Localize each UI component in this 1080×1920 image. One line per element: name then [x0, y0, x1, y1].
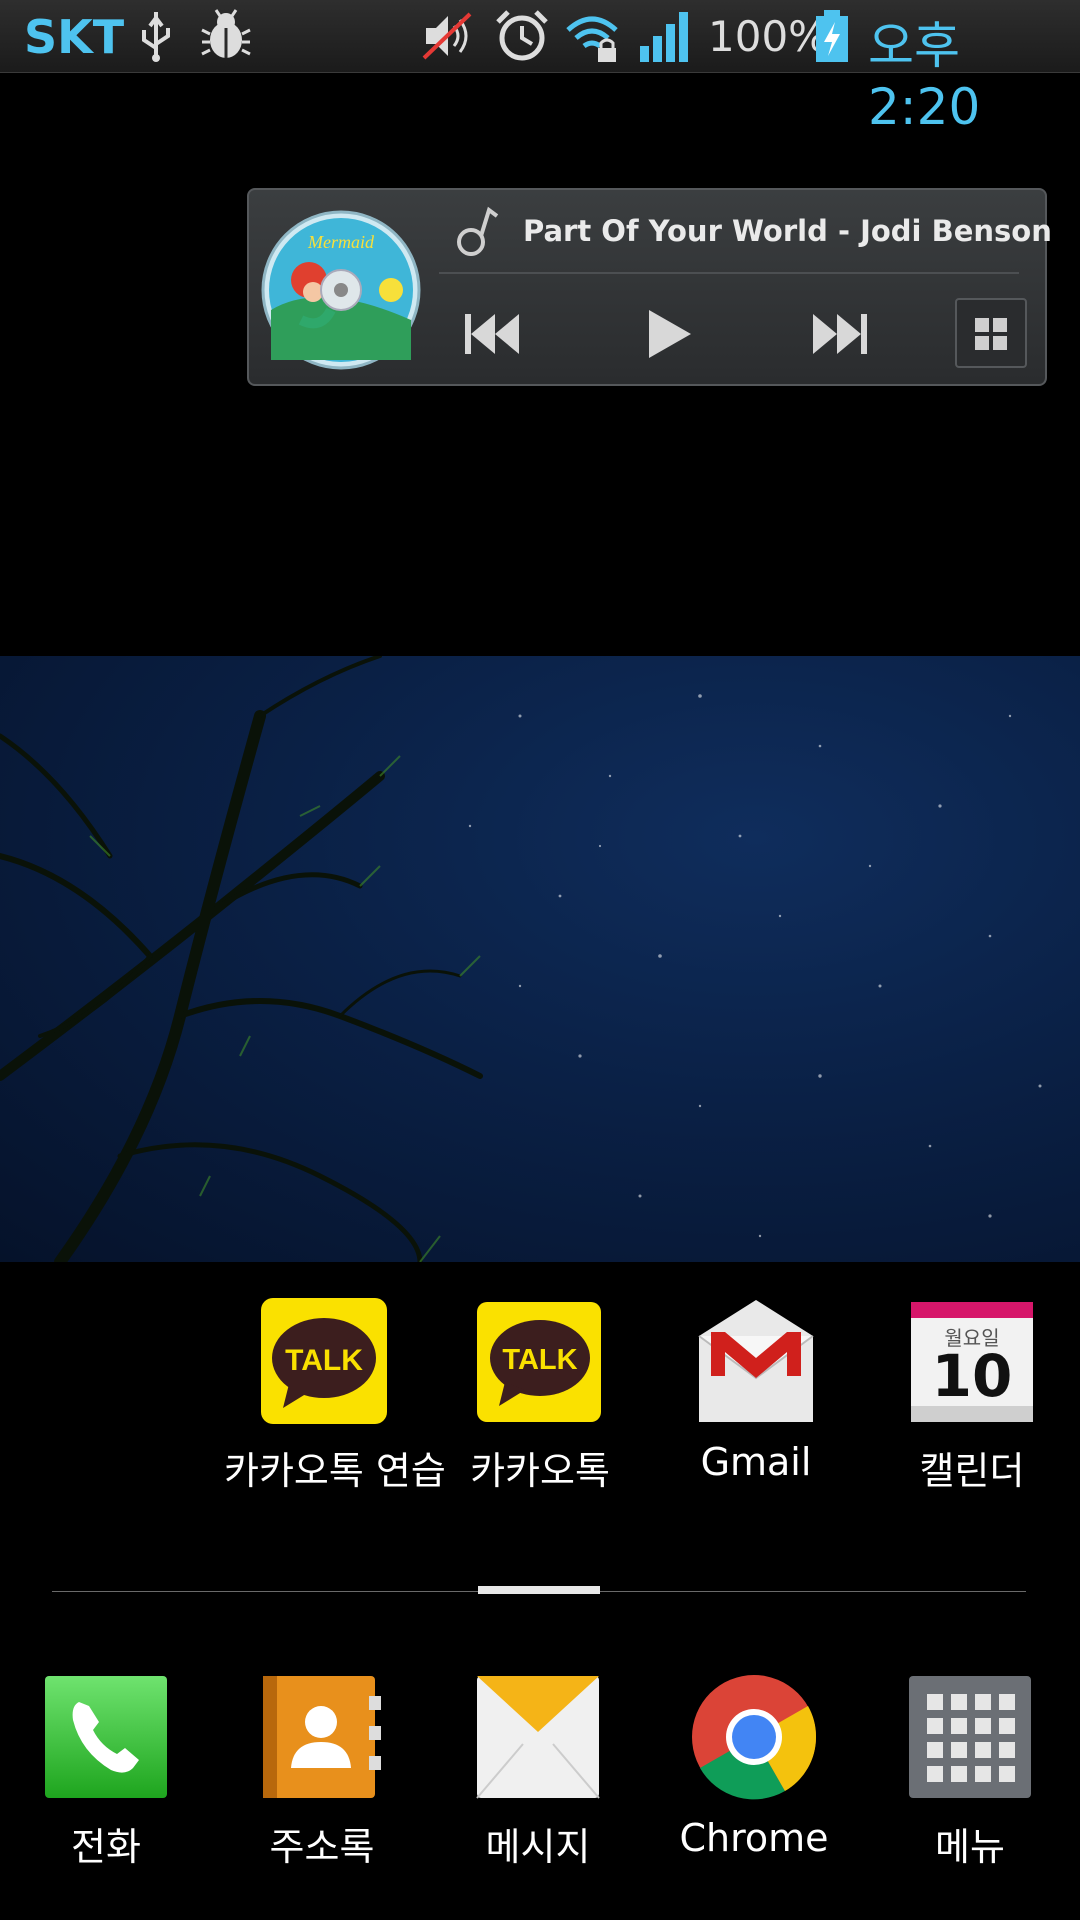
app-label: 메시지	[485, 1825, 591, 1869]
usb-icon	[142, 12, 170, 62]
widget-divider	[439, 272, 1019, 274]
mute-icon	[422, 12, 472, 60]
app-label: 메뉴	[935, 1825, 1005, 1869]
app-gmail[interactable]: Gmail	[656, 1296, 856, 1484]
song-title[interactable]: Part Of Your World - Jodi Benson	[523, 214, 1052, 248]
svg-text:TALK: TALK	[285, 1344, 363, 1377]
kakaotalk-icon: TALK	[475, 1296, 605, 1426]
carrier-label: SKT	[24, 10, 125, 64]
widget-toggle-icon	[975, 318, 1007, 350]
music-note-icon	[457, 206, 499, 256]
dock-messages[interactable]: 메시지	[438, 1672, 638, 1871]
battery-charging-icon	[816, 10, 848, 62]
alarm-icon	[496, 10, 548, 61]
calendar-date: 10	[931, 1342, 1013, 1410]
app-kakaotalk[interactable]: TALK 카카오톡	[440, 1296, 640, 1495]
app-label: 카카오톡 연습	[224, 1449, 446, 1493]
album-art[interactable]: Mermaid	[261, 210, 421, 370]
app-kakaotalk-practice[interactable]: TALK 카카오톡 연습	[224, 1296, 446, 1495]
wallpaper-image	[0, 656, 1080, 1262]
chrome-icon	[689, 1672, 819, 1802]
dock-apps-menu[interactable]: 메뉴	[870, 1672, 1070, 1871]
music-player-widget[interactable]: Mermaid Part Of Your World - Jodi Benson	[247, 188, 1052, 386]
clock-time: 오후 2:20	[868, 17, 981, 136]
previous-icon[interactable]	[459, 302, 523, 366]
play-icon[interactable]	[635, 302, 699, 366]
night-sky-trees	[0, 656, 1042, 1262]
phone-icon	[41, 1672, 171, 1802]
bug-icon	[201, 9, 251, 58]
app-label: 카카오톡	[470, 1449, 610, 1493]
page-indicator[interactable]	[478, 1586, 600, 1594]
app-label: Chrome	[679, 1816, 829, 1860]
status-bar[interactable]: SKT 100% 오후 2:20	[0, 0, 1080, 136]
app-label: 전화	[71, 1825, 141, 1869]
svg-text:TALK: TALK	[502, 1344, 577, 1376]
dock-phone[interactable]: 전화	[6, 1672, 206, 1871]
gmail-icon	[691, 1296, 821, 1426]
dock-chrome[interactable]: Chrome	[654, 1672, 854, 1860]
dock-contacts[interactable]: 주소록	[222, 1672, 422, 1871]
widget-toggle-button[interactable]	[955, 298, 1027, 368]
battery-percent: 100%	[708, 12, 829, 61]
app-label: 캘린더	[919, 1449, 1025, 1493]
wifi-lock-icon	[566, 16, 618, 62]
app-label: Gmail	[700, 1440, 812, 1484]
app-label: 주소록	[269, 1825, 375, 1869]
signal-icon	[640, 12, 688, 62]
svg-text:Mermaid: Mermaid	[307, 232, 375, 252]
calendar-icon: 월요일 10	[907, 1296, 1037, 1426]
next-icon[interactable]	[809, 302, 873, 366]
kakaotalk-icon: TALK	[259, 1296, 389, 1426]
app-calendar[interactable]: 월요일 10 캘린더	[872, 1296, 1072, 1495]
apps-menu-icon	[905, 1672, 1035, 1802]
message-icon	[473, 1672, 603, 1802]
contacts-icon	[257, 1672, 387, 1802]
